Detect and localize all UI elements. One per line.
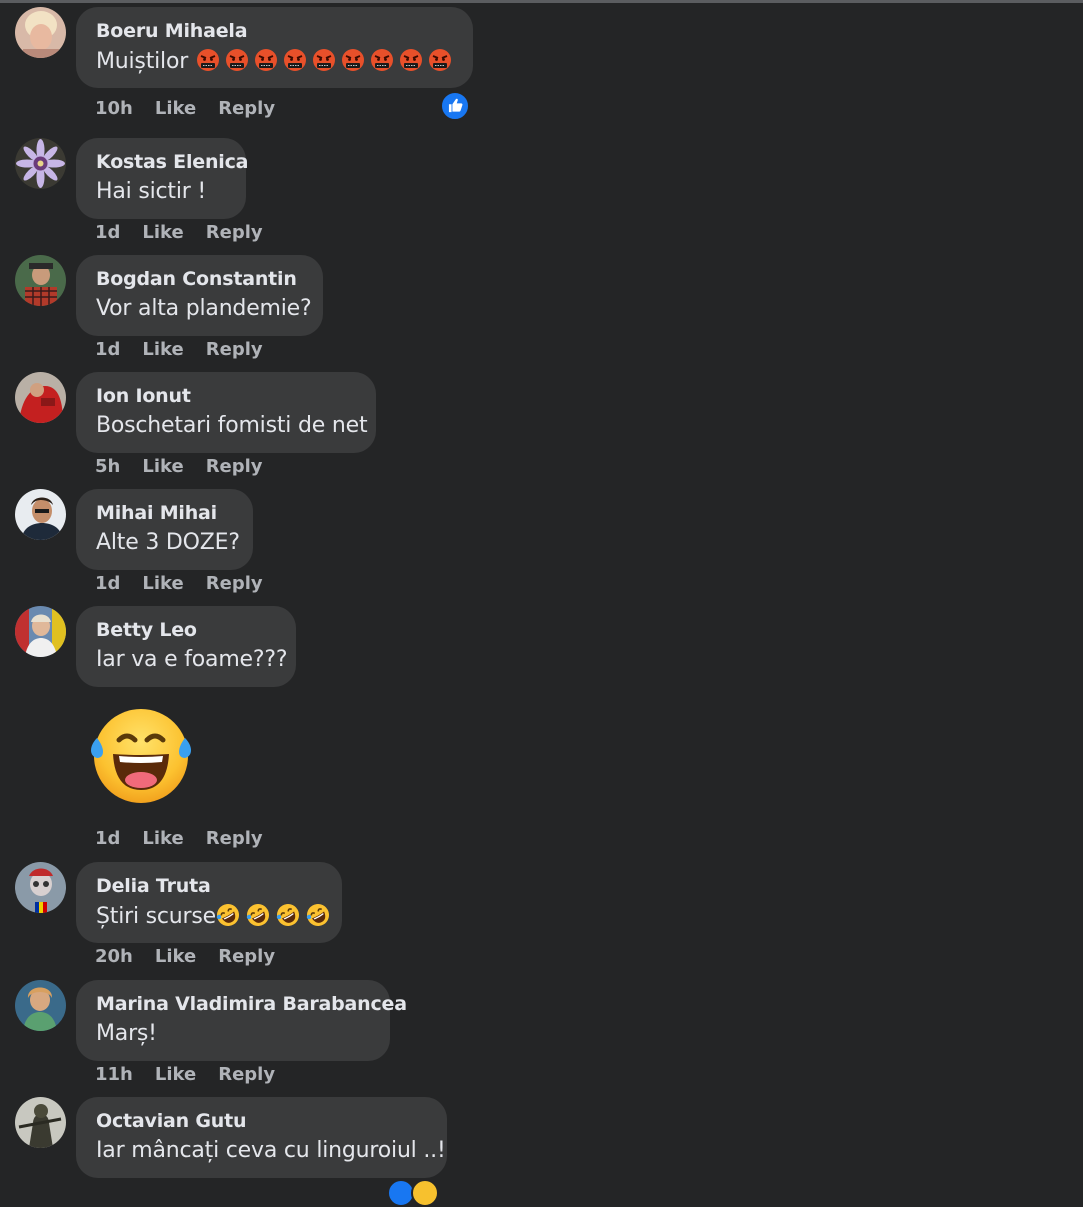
avatar[interactable] [15,489,66,540]
comment-bubble: Mihai Mihai Alte 3 DOZE? [76,489,253,570]
comment-bubble: Ion Ionut Boschetari fomisti de net [76,372,376,453]
comment-timestamp[interactable]: 1d [95,222,120,243]
angry-cursing-emoji [342,49,365,71]
rolling-laughing-emoji [216,904,239,926]
comment-author[interactable]: Ion Ionut [96,385,191,407]
comment-timestamp[interactable]: 1d [95,573,120,594]
comment-bubble: Octavian Gutu Iar mâncați ceva cu lingur… [76,1097,447,1178]
comment-bubble: Bogdan Constantin Vor alta plandemie? [76,255,323,336]
haha-reaction-icon[interactable] [411,1179,439,1207]
comment-timestamp[interactable]: 11h [95,1064,133,1085]
emoji-row [216,904,330,929]
comment-timestamp[interactable]: 5h [95,456,120,477]
comment-timestamp[interactable]: 20h [95,946,133,967]
comment-timestamp[interactable]: 1d [95,339,120,360]
like-button[interactable]: Like [155,98,196,119]
comment-actions: 1d Like Reply [95,339,285,360]
angry-cursing-emoji [255,49,278,71]
comment-bubble: Marina Vladimira Barabancea Marș! [76,980,407,1061]
comment-actions: 11h Like Reply [95,1064,297,1085]
comment-text: Muiștilor [96,48,452,74]
like-button[interactable]: Like [142,456,183,477]
like-button[interactable]: Like [142,339,183,360]
angry-cursing-emoji [197,49,220,71]
comment-author[interactable]: Octavian Gutu [96,1110,247,1132]
reply-button[interactable]: Reply [218,1064,275,1085]
rolling-laughing-emoji [246,904,269,926]
avatar[interactable] [15,7,66,58]
comment-actions: 20h Like Reply [95,946,297,967]
angry-cursing-emoji [226,49,249,71]
comment-text: Vor alta plandemie? [96,296,312,321]
comment-timestamp[interactable]: 1d [95,828,120,849]
comment-actions: 1d Like Reply [95,828,285,849]
comment-text: Alte 3 DOZE? [96,530,240,555]
reply-button[interactable]: Reply [206,339,263,360]
comment-author[interactable]: Boeru Mihaela [96,20,248,42]
avatar[interactable] [15,255,66,306]
like-reaction-icon[interactable] [440,91,470,121]
comment-text-content: Știri scurse [96,904,216,929]
angry-cursing-emoji [400,49,423,71]
reply-button[interactable]: Reply [218,946,275,967]
angry-cursing-emoji [371,49,394,71]
like-button[interactable]: Like [142,573,183,594]
emoji-row [188,49,452,74]
comment-author[interactable]: Kostas Elenica [96,151,248,173]
comment-text: Iar va e foame??? [96,647,288,672]
avatar[interactable] [15,1097,66,1148]
like-button[interactable]: Like [155,1064,196,1085]
comment-actions: 1d Like Reply [95,222,285,243]
comment-bubble: Delia Truta Știri scurse [76,862,342,943]
reply-button[interactable]: Reply [206,573,263,594]
reply-button[interactable]: Reply [206,222,263,243]
comment-text-content: Muiștilor [96,49,189,74]
reply-button[interactable]: Reply [218,98,275,119]
comment-author[interactable]: Mihai Mihai [96,502,217,524]
comment-author[interactable]: Betty Leo [96,619,197,641]
angry-cursing-emoji [313,49,336,71]
like-button[interactable]: Like [155,946,196,967]
avatar[interactable] [15,980,66,1031]
comment-bubble: Kostas Elenica Hai sictir ! [76,138,248,219]
comment-text: Boschetari fomisti de net [96,413,368,438]
avatar[interactable] [15,862,66,913]
comment-author[interactable]: Delia Truta [96,875,211,897]
comment-bubble: Betty Leo Iar va e foame??? [76,606,296,687]
comment-author[interactable]: Marina Vladimira Barabancea [96,993,407,1015]
avatar[interactable] [15,138,66,189]
comment-bubble: Boeru Mihaela Muiștilor [76,7,473,88]
reply-button[interactable]: Reply [206,828,263,849]
comment-text: Marș! [96,1021,157,1046]
comment-text: Iar mâncați ceva cu linguroiul ..! [96,1138,446,1163]
laughing-tears-emoji [85,706,197,810]
rolling-laughing-emoji [276,904,299,926]
comment-actions: 10h Like Reply [95,98,297,119]
comment-actions: 1d Like Reply [95,573,285,594]
comment-author[interactable]: Bogdan Constantin [96,268,297,290]
comment-list: Boeru Mihaela Muiștilor 10h Like Reply Kos… [0,0,1083,1207]
angry-cursing-emoji [429,49,452,71]
angry-cursing-emoji [284,49,307,71]
comment-actions: 5h Like Reply [95,456,285,477]
avatar[interactable] [15,372,66,423]
rolling-laughing-emoji [306,904,329,926]
like-button[interactable]: Like [142,828,183,849]
comment-text: Hai sictir ! [96,179,206,204]
like-button[interactable]: Like [142,222,183,243]
reply-button[interactable]: Reply [206,456,263,477]
avatar[interactable] [15,606,66,657]
comment-timestamp[interactable]: 10h [95,98,133,119]
comment-text: Știri scurse [96,903,330,929]
